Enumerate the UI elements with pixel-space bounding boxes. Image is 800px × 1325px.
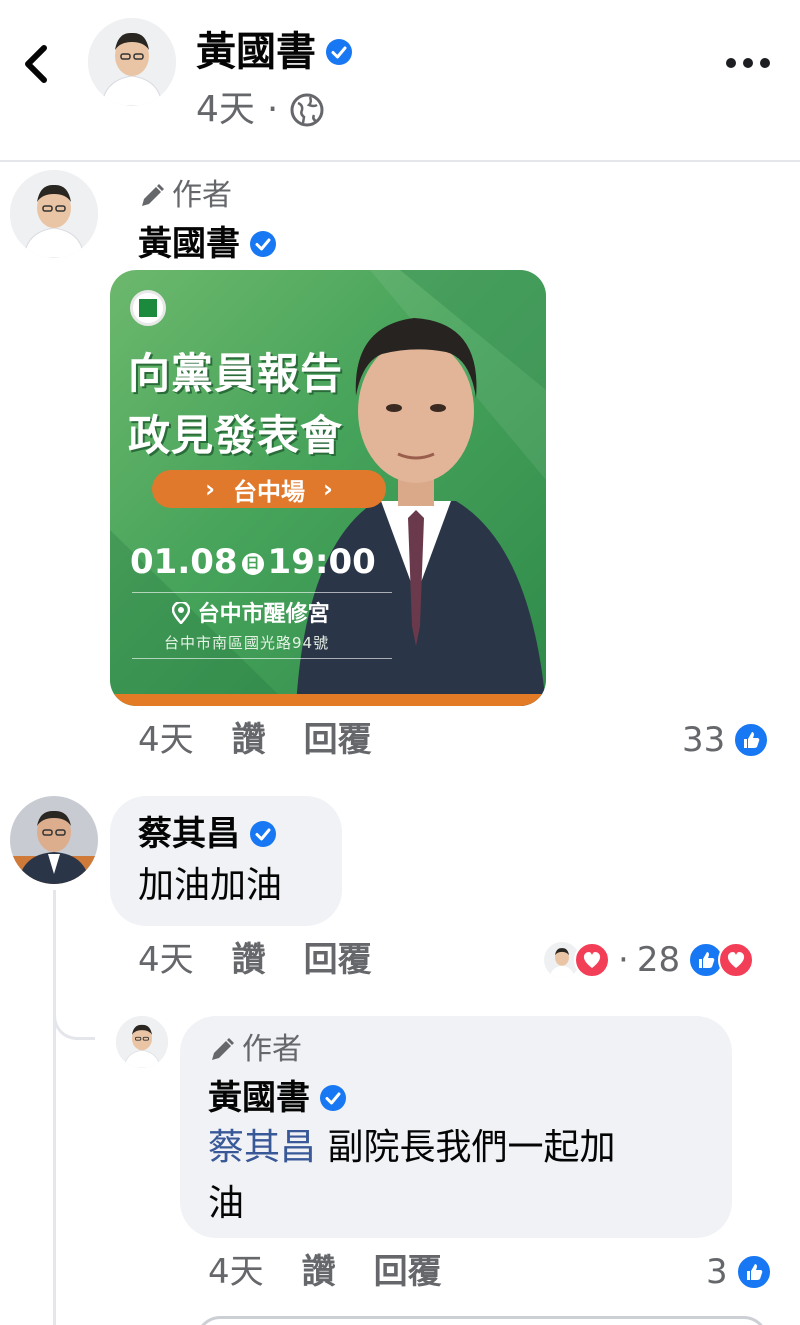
comment-author[interactable]: 蔡其昌 [138,812,276,856]
chevron-right-icon: › [323,475,333,503]
author-tag-label: 作者 [242,1032,302,1067]
party-logo-icon [130,290,166,326]
like-action[interactable]: 讚 [302,1250,336,1294]
comment-time[interactable]: 4天 [138,718,194,762]
comment-actions: 4天 讚 回覆 [138,718,372,762]
author-tag: 作者 [138,176,232,216]
like-action[interactable]: 讚 [232,938,266,982]
reply-actions: 4天 讚 回覆 [208,1250,442,1294]
reply-bubble: 作者 黃國書 蔡其昌 副院長我們一起加 油 [180,1016,732,1238]
love-reaction-icon [574,942,610,978]
comment-image[interactable]: 向黨員報告 政見發表會 › 台中場 › 01.08 日 19:00 台中市醒修宮 台… [110,270,546,706]
reply-action[interactable]: 回覆 [374,1250,442,1294]
meta-separator: · [266,89,279,130]
poster-divider [132,592,392,593]
poster-time: 19:00 [267,542,376,582]
poster-venue: 台中市醒修宮 [171,600,330,630]
poster-datetime: 01.08 日 19:00 [130,540,376,584]
reply-action[interactable]: 回覆 [304,718,372,762]
reply-author[interactable]: 黃國書 [208,1076,346,1120]
page-avatar[interactable] [88,18,176,106]
reaction-summary[interactable]: 33 [682,718,770,762]
post-header: 黃國書 4天 · [0,0,800,162]
reply-avatar[interactable] [116,1016,168,1068]
reaction-summary[interactable]: · 28 [544,938,755,982]
poster-bottom-stripe [110,694,546,706]
comment-time[interactable]: 4天 [138,938,194,982]
thread-branch [53,990,95,1040]
person-avatar-icon [116,1016,168,1068]
comment-author-name[interactable]: 黃國書 [138,222,240,266]
globe-icon [290,93,324,127]
comment-avatar[interactable] [10,796,98,884]
location-pin-icon [171,600,191,625]
post-time[interactable]: 4天 [196,86,255,134]
reply-author-name[interactable]: 黃國書 [208,1076,310,1120]
poster-date: 01.08 [130,542,238,582]
comment-actions: 4天 讚 回覆 [138,938,372,982]
reply-text-line2: 油 [208,1183,245,1224]
comment-avatar[interactable] [10,170,98,258]
reply-text-line1: 副院長我們一起加 [316,1127,616,1168]
reply-action[interactable]: 回覆 [304,938,372,982]
poster-event-pill: › 台中場 › [152,470,386,508]
thread-line [53,890,56,1325]
author-tag: 作者 [208,1030,302,1070]
person-avatar-icon [10,796,98,884]
poster-day-mark: 日 [241,552,264,575]
comment-author-name[interactable]: 蔡其昌 [138,812,240,856]
like-reaction-icon [733,722,770,758]
like-reaction-icon [735,1254,772,1290]
reaction-icons [688,942,755,978]
comment-author[interactable]: 黃國書 [138,222,276,266]
poster-title-2: 政見發表會 [128,411,344,460]
verified-badge-icon [250,231,276,257]
chevron-left-icon [25,45,47,83]
pen-icon [142,184,164,206]
chevron-right-icon: › [205,475,215,503]
verified-badge-icon [250,821,276,847]
author-tag-label: 作者 [172,178,232,213]
mention-link[interactable]: 蔡其昌 [208,1127,316,1168]
love-reaction-icon [718,942,755,978]
poster-title-1: 向黨員報告 [128,349,344,398]
poster-venue-text: 台中市醒修宮 [197,602,330,627]
reply-text: 蔡其昌 副院長我們一起加 油 [208,1120,708,1232]
more-dot [760,58,770,68]
comment-text: 加油加油 [138,865,283,906]
person-avatar-icon [88,18,176,106]
next-comment-box[interactable] [196,1316,768,1325]
reaction-count: 33 [682,720,726,760]
more-dot [726,58,736,68]
reaction-count: 3 [706,1252,728,1292]
like-action[interactable]: 讚 [232,718,266,762]
verified-badge-icon [326,39,352,65]
back-button[interactable] [18,40,58,88]
pen-icon [212,1038,234,1060]
reaction-count: 28 [636,940,681,980]
more-options-button[interactable] [726,46,770,80]
more-dot [743,58,753,68]
reaction-separator: · [618,940,629,980]
poster-divider [132,658,392,659]
reaction-summary[interactable]: 3 [706,1250,772,1294]
post-meta: 4天 · [196,86,324,134]
comment-bubble: 蔡其昌 加油加油 [110,796,342,926]
reply-time[interactable]: 4天 [208,1250,264,1294]
verified-badge-icon [320,1085,346,1111]
page-name[interactable]: 黃國書 [196,26,352,78]
poster-event: 台中場 [233,477,305,506]
poster-address: 台中市南區國光路94號 [164,634,330,652]
page-name-text[interactable]: 黃國書 [196,26,316,78]
person-avatar-icon [10,170,98,258]
